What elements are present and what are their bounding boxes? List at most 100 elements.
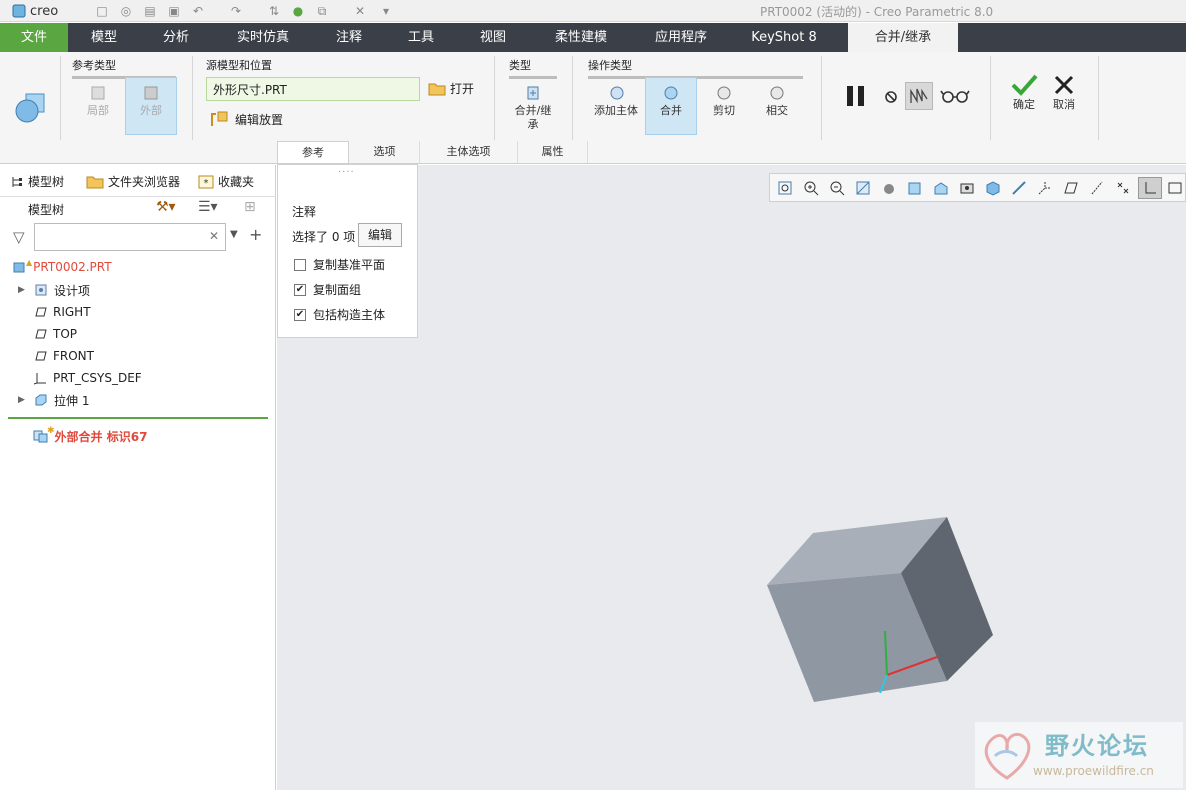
tree-item-right[interactable]: RIGHT	[33, 303, 91, 321]
tree-item-top[interactable]: TOP	[33, 325, 77, 343]
filter-icon[interactable]: ▽	[13, 228, 25, 246]
csys-display-icon[interactable]	[1138, 177, 1162, 199]
no-preview-icon[interactable]	[884, 90, 898, 107]
tab-favorites[interactable]: * 收藏夹	[198, 170, 254, 194]
tree-search-input[interactable]: ✕	[34, 223, 226, 251]
perspective-icon[interactable]	[958, 179, 976, 197]
cut-op-icon	[717, 86, 731, 100]
menu-analysis[interactable]: 分析	[152, 23, 200, 52]
zoom-out-icon[interactable]	[828, 179, 846, 197]
undo-icon[interactable]: ↶	[190, 3, 206, 19]
windows-icon[interactable]: ⧉	[314, 3, 330, 19]
divider	[494, 56, 495, 140]
logo-text: creo	[30, 3, 59, 19]
svg-text:*: *	[204, 178, 209, 189]
point-display-icon[interactable]	[1114, 179, 1132, 197]
menu-view[interactable]: 视图	[470, 23, 516, 52]
intersect-button[interactable]: 相交	[751, 78, 803, 134]
open-button[interactable]: 打开	[428, 80, 474, 97]
cut-button[interactable]: 剪切	[698, 78, 750, 134]
view-manager-icon[interactable]	[932, 179, 950, 197]
watermark: 野火论坛 www.proewildfire.cn	[975, 722, 1183, 788]
add-body-button[interactable]: 添加主体	[588, 78, 644, 134]
open-file-icon[interactable]: ◎	[118, 3, 134, 19]
search-dropdown-icon[interactable]: ▼	[230, 229, 238, 240]
plane-display-icon[interactable]	[1062, 179, 1080, 197]
glasses-icon[interactable]	[940, 88, 970, 107]
axis-display-icon[interactable]	[1088, 179, 1106, 197]
regenerate-icon[interactable]: ⇅	[266, 3, 282, 19]
checkbox-box[interactable]: ✔	[294, 308, 306, 321]
menu-keyshot[interactable]: KeyShot 8	[744, 23, 824, 52]
customize-dropdown-icon[interactable]: ▾	[378, 3, 394, 19]
menu-file[interactable]: 文件	[0, 23, 68, 52]
zoom-in-icon[interactable]	[802, 179, 820, 197]
edit-placement-button[interactable]: 编辑放置	[210, 110, 283, 128]
expand-icon[interactable]: ▶	[18, 395, 28, 405]
menu-annotate[interactable]: 注释	[326, 23, 372, 52]
extrude-icon	[35, 394, 47, 406]
tab-properties[interactable]: 属性	[518, 141, 588, 163]
source-title: 源模型和位置	[206, 59, 272, 72]
saved-orientations-icon[interactable]	[906, 179, 924, 197]
clear-search-icon[interactable]: ✕	[209, 229, 219, 243]
copy-quilts-checkbox[interactable]: ✔ 复制面组	[294, 281, 361, 298]
save-icon[interactable]: ▣	[166, 3, 182, 19]
checkbox-box[interactable]	[294, 258, 306, 271]
show-options-icon[interactable]: ☰▾	[198, 199, 218, 215]
external-button[interactable]: 外部	[125, 77, 177, 135]
add-filter-icon[interactable]: +	[249, 225, 262, 244]
include-construction-body-checkbox[interactable]: ✔ 包括构造主体	[294, 306, 385, 323]
checkbox-label: 包括构造主体	[313, 308, 386, 322]
type-title: 类型	[509, 59, 531, 72]
csys-icon	[33, 373, 46, 385]
folder-icon[interactable]: ▤	[142, 3, 158, 19]
close-window-icon[interactable]: ✕	[352, 3, 368, 19]
cancel-button[interactable]: 取消	[1046, 72, 1082, 124]
menu-applications[interactable]: 应用程序	[644, 23, 718, 52]
tab-folder-browser[interactable]: 文件夹浏览器	[86, 170, 180, 194]
display-style-icon[interactable]	[880, 179, 898, 197]
tree-item-design-items[interactable]: ▶ 设计项	[18, 281, 90, 299]
tab-model-tree-label: 模型树	[28, 175, 65, 189]
tab-references[interactable]: 参考	[277, 141, 349, 163]
expand-icon[interactable]: ▶	[18, 285, 28, 295]
section-icon[interactable]	[1010, 179, 1028, 197]
edit-button[interactable]: 编辑	[358, 223, 402, 247]
tab-body-options[interactable]: 主体选项	[420, 141, 518, 163]
preview-toggle-icon[interactable]	[905, 82, 933, 110]
spin-center-icon[interactable]	[1166, 179, 1184, 197]
menu-tools[interactable]: 工具	[398, 23, 444, 52]
local-button[interactable]: 局部	[74, 78, 122, 134]
confirm-button[interactable]: 确定	[1006, 72, 1042, 124]
menu-simulation[interactable]: 实时仿真	[228, 23, 298, 52]
repaint-icon[interactable]	[854, 179, 872, 197]
checkbox-box[interactable]: ✔	[294, 283, 306, 296]
source-file-field[interactable]: 外形尺寸.PRT	[206, 77, 420, 101]
tree-item-extrude[interactable]: ▶ 拉伸 1	[18, 391, 89, 409]
merge-inherit-button[interactable]: 合并/继承	[508, 78, 558, 136]
tree-filter-icon[interactable]: ⊞	[244, 199, 256, 215]
tree-settings-icon[interactable]: ⚒▾	[156, 199, 176, 215]
new-file-icon[interactable]: □	[94, 3, 110, 19]
copy-datum-planes-checkbox[interactable]: 复制基准平面	[294, 256, 385, 273]
annotation-display-icon[interactable]	[1036, 179, 1054, 197]
merge-button[interactable]: 合并	[645, 77, 697, 135]
divider	[1098, 56, 1099, 140]
refit-icon[interactable]	[776, 179, 794, 197]
tree-item-front[interactable]: FRONT	[33, 347, 94, 365]
cube-view-icon[interactable]	[984, 179, 1002, 197]
menu-model[interactable]: 模型	[80, 23, 128, 52]
tree-item-csys[interactable]: PRT_CSYS_DEF	[33, 369, 142, 387]
menu-merge-inherit[interactable]: 合并/继承	[848, 23, 958, 52]
tree-item-external-merge[interactable]: ✱ 外部合并 标识67	[33, 426, 147, 445]
pause-icon[interactable]	[845, 84, 867, 111]
tab-options[interactable]: 选项	[350, 141, 420, 163]
tab-model-tree[interactable]: 模型树	[10, 170, 64, 194]
menu-flexible-modeling[interactable]: 柔性建模	[544, 23, 618, 52]
tree-label: PRT_CSYS_DEF	[53, 371, 142, 385]
redo-icon[interactable]: ↷	[228, 3, 244, 19]
drag-handle-icon[interactable]: ····	[338, 167, 355, 178]
tree-item-part[interactable]: ▲ PRT0002.PRT	[12, 258, 112, 276]
globe-icon[interactable]: ●	[290, 3, 306, 19]
